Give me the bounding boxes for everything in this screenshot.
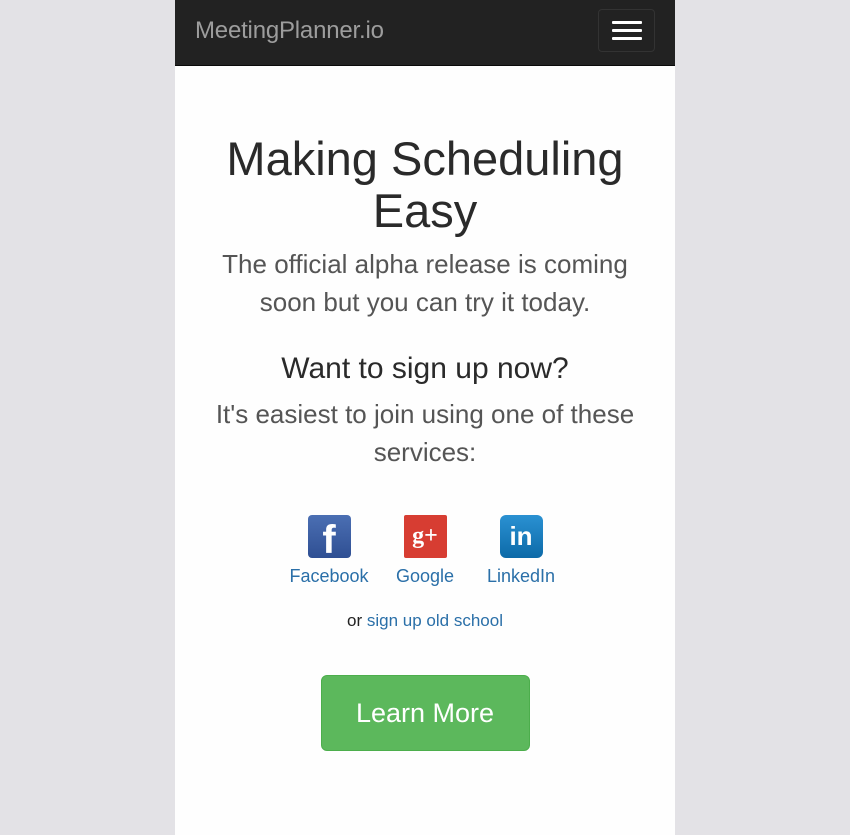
page-title: Making Scheduling Easy xyxy=(226,132,624,237)
facebook-icon: f xyxy=(307,515,351,562)
menu-toggle-button[interactable] xyxy=(598,9,655,52)
signup-heading: Want to sign up now? xyxy=(281,352,569,385)
hamburger-menu-icon xyxy=(611,21,642,24)
hamburger-menu-icon xyxy=(611,29,642,32)
linkedin-icon: in xyxy=(499,515,543,558)
facebook-signup-link[interactable]: f Facebook xyxy=(289,515,369,587)
linkedin-label: LinkedIn xyxy=(486,566,556,586)
alt-signup-line: or sign up old school xyxy=(175,611,675,631)
alt-signup-prefix: or xyxy=(347,611,363,630)
lead-text: The official alpha release is coming soo… xyxy=(222,249,628,317)
brand-link[interactable]: MeetingPlanner.io xyxy=(195,17,384,45)
navbar: MeetingPlanner.io xyxy=(175,0,675,66)
main-content: Making Scheduling Easy The official alph… xyxy=(175,66,675,751)
learn-more-button[interactable]: Learn More xyxy=(320,675,530,751)
social-signup-list: f Facebook g+ Google in LinkedIn xyxy=(175,515,675,587)
page-viewport: MeetingPlanner.io Making Scheduling Easy… xyxy=(175,0,675,835)
facebook-label: Facebook xyxy=(289,566,369,586)
google-signup-link[interactable]: g+ Google xyxy=(387,515,463,587)
signup-subtext: It's easiest to join using one of these … xyxy=(215,399,635,467)
google-plus-icon: g+ xyxy=(403,515,447,558)
google-label: Google xyxy=(395,566,455,586)
sign-up-old-school-link[interactable]: sign up old school xyxy=(367,611,503,630)
linkedin-signup-link[interactable]: in LinkedIn xyxy=(483,515,559,587)
hamburger-menu-icon xyxy=(611,37,642,40)
